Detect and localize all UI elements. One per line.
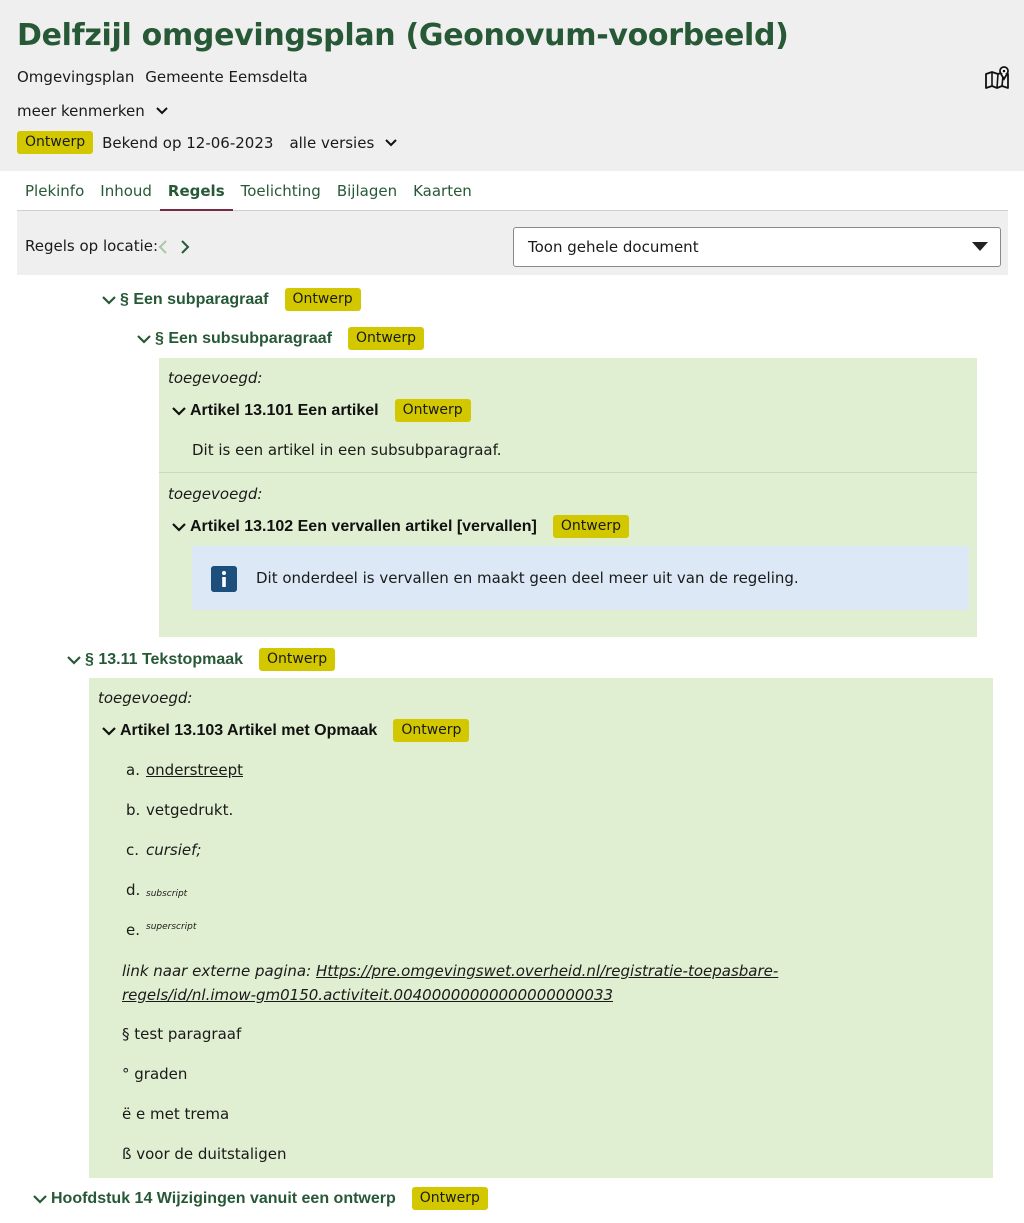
added-label: toegevoegd: bbox=[98, 689, 193, 707]
info-icon bbox=[211, 566, 237, 592]
chevron-down-icon bbox=[172, 522, 186, 532]
chevron-right-icon[interactable] bbox=[179, 239, 191, 255]
added-label: toegevoegd: bbox=[168, 369, 263, 387]
article-13-102[interactable]: Artikel 13.102 Een vervallen artikel [ve… bbox=[172, 515, 629, 538]
chevron-down-icon bbox=[137, 334, 151, 344]
status-badge: Ontwerp bbox=[394, 399, 471, 422]
section-subsubparagraaf[interactable]: § Een subsubparagraaf Ontwerp bbox=[137, 327, 425, 350]
list-item: d. subscript bbox=[126, 881, 188, 899]
text-line: ° graden bbox=[122, 1065, 188, 1083]
status-row: Ontwerp Bekend op 12-06-2023 alle versie… bbox=[17, 131, 398, 154]
tab-toelichting[interactable]: Toelichting bbox=[233, 171, 329, 211]
document-scope-select[interactable]: Toon gehele document bbox=[513, 227, 1001, 267]
location-bar: Regels op locatie: Toon gehele document bbox=[17, 211, 1008, 275]
list-item: a. onderstreept bbox=[126, 761, 243, 779]
document-header: Delfzijl omgevingsplan (Geonovum-voorbee… bbox=[0, 0, 1024, 171]
tab-plekinfo[interactable]: Plekinfo bbox=[17, 171, 92, 211]
external-link-paragraph: link naar externe pagina: Https://pre.om… bbox=[122, 962, 779, 1004]
location-label: Regels op locatie: bbox=[25, 237, 159, 255]
tab-inhoud[interactable]: Inhoud bbox=[92, 171, 160, 211]
chevron-down-icon bbox=[156, 107, 168, 115]
status-badge: Ontwerp bbox=[284, 288, 361, 311]
section-13-11[interactable]: § 13.11 Tekstopmaak Ontwerp bbox=[67, 648, 336, 671]
document-type: Omgevingsplan bbox=[17, 68, 135, 86]
known-date: Bekend op 12-06-2023 bbox=[102, 133, 274, 152]
article-13-101[interactable]: Artikel 13.101 Een artikel Ontwerp bbox=[172, 399, 471, 422]
chevron-down-icon bbox=[102, 295, 116, 305]
caret-down-icon bbox=[972, 242, 988, 251]
list-item: b. vetgedrukt. bbox=[126, 801, 234, 819]
chevron-left-icon[interactable] bbox=[157, 239, 169, 255]
tab-bar: Plekinfo Inhoud Regels Toelichting Bijla… bbox=[17, 171, 1008, 212]
divider bbox=[159, 472, 977, 473]
chevron-down-icon bbox=[172, 406, 186, 416]
section-subparagraaf[interactable]: § Een subparagraaf Ontwerp bbox=[102, 288, 361, 311]
status-badge: Ontwerp bbox=[552, 515, 629, 538]
tab-bijlagen[interactable]: Bijlagen bbox=[329, 171, 405, 211]
status-badge: Ontwerp bbox=[259, 648, 336, 671]
chevron-down-icon bbox=[102, 726, 116, 736]
status-badge: Ontwerp bbox=[347, 327, 425, 350]
chevron-down-icon bbox=[385, 138, 397, 146]
added-block bbox=[89, 678, 993, 1178]
expired-notice: Dit onderdeel is vervallen en maakt geen… bbox=[192, 546, 969, 610]
chevron-down-icon bbox=[33, 1194, 47, 1204]
article-text: Dit is een artikel in een subsubparagraa… bbox=[192, 441, 502, 459]
status-badge: Ontwerp bbox=[393, 719, 470, 742]
versions-dropdown[interactable]: alle versies bbox=[289, 134, 398, 152]
chapter-14[interactable]: Hoofdstuk 14 Wijzigingen vanuit een ontw… bbox=[33, 1187, 488, 1210]
list-item: e. superscript bbox=[126, 921, 197, 939]
chevron-down-icon bbox=[67, 655, 81, 665]
text-line: ë e met trema bbox=[122, 1105, 230, 1123]
more-properties-toggle[interactable]: meer kenmerken bbox=[17, 102, 169, 120]
page-title: Delfzijl omgevingsplan (Geonovum-voorbee… bbox=[17, 18, 789, 53]
text-line: ß voor de duitstaligen bbox=[122, 1145, 287, 1163]
text-line: § test paragraaf bbox=[122, 1025, 242, 1043]
document-meta: Omgevingsplan Gemeente Eemsdelta bbox=[17, 68, 308, 86]
tab-regels[interactable]: Regels bbox=[159, 171, 233, 212]
map-pin-icon[interactable] bbox=[984, 66, 1010, 90]
location-nav bbox=[157, 239, 191, 255]
tab-kaarten[interactable]: Kaarten bbox=[405, 171, 480, 211]
status-badge: Ontwerp bbox=[17, 131, 94, 154]
status-badge: Ontwerp bbox=[411, 1187, 488, 1210]
document-authority: Gemeente Eemsdelta bbox=[145, 68, 308, 86]
article-13-103[interactable]: Artikel 13.103 Artikel met Opmaak Ontwer… bbox=[102, 719, 470, 742]
added-label: toegevoegd: bbox=[168, 485, 263, 503]
list-item: c. cursief; bbox=[126, 841, 202, 859]
